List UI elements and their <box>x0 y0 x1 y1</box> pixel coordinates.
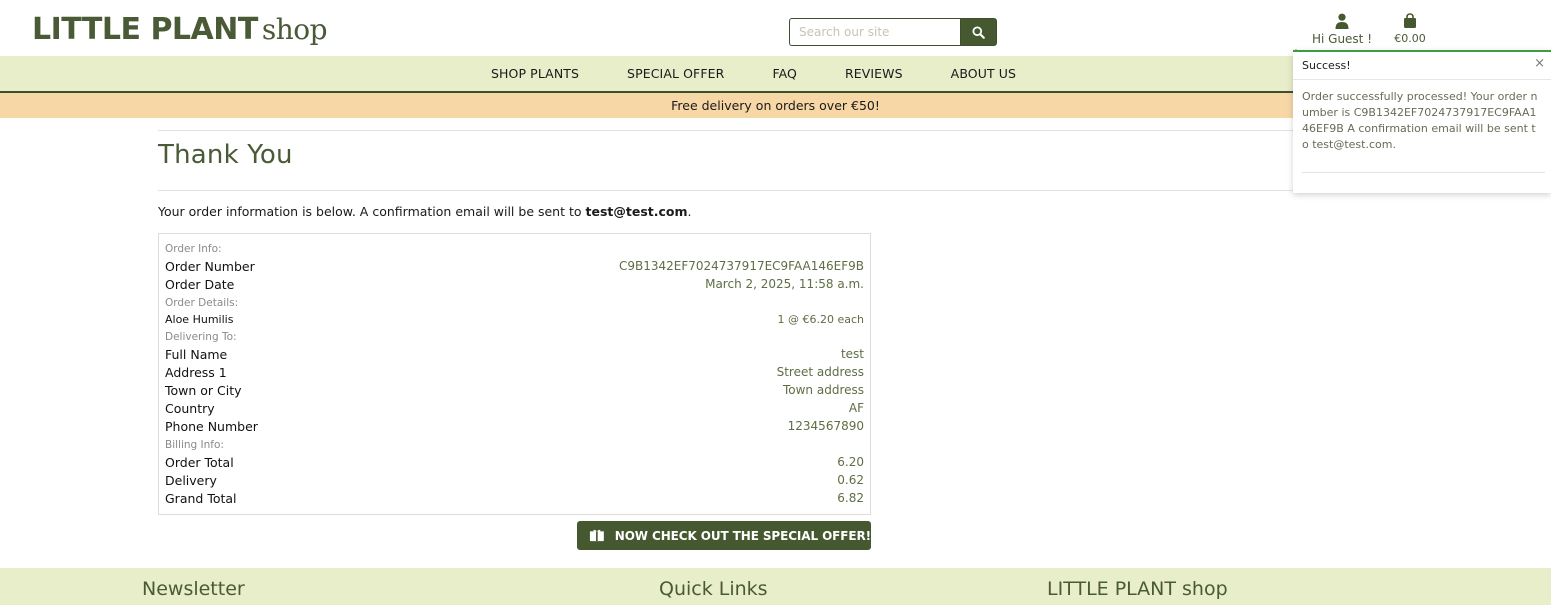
toast-header: Success! × <box>1293 52 1551 80</box>
phone-label: Phone Number <box>165 419 258 434</box>
nav-links: SHOP PLANTS SPECIAL OFFER FAQ REVIEWS AB… <box>491 66 1064 81</box>
address1-label: Address 1 <box>165 365 227 380</box>
order-total-label: Order Total <box>165 455 234 470</box>
logo-main-text: LITTLE PLANT <box>32 12 258 47</box>
section-billing-info: Billing Info: <box>165 439 224 451</box>
delivery-row: Delivery 0.62 <box>165 473 864 488</box>
phone-value: 1234567890 <box>787 419 864 433</box>
cart-total: €0.00 <box>1394 32 1426 45</box>
section-delivering-to: Delivering To: <box>165 331 237 343</box>
town-label: Town or City <box>165 383 242 398</box>
full-name-value: test <box>840 347 864 361</box>
order-number-value: C9B1342EF7024737917EC9FAA146EF9B <box>618 259 864 273</box>
divider <box>1302 172 1545 173</box>
search-icon <box>972 25 985 39</box>
phone-row: Phone Number 1234567890 <box>165 419 864 434</box>
order-total-value: 6.20 <box>837 455 864 469</box>
site-logo[interactable]: LITTLE PLANT shop <box>32 12 328 47</box>
order-item-row: Aloe Humilis 1 @ €6.20 each <box>165 313 864 326</box>
order-date-label: Order Date <box>165 277 235 292</box>
address1-value: Street address <box>776 365 864 379</box>
grand-total-label: Grand Total <box>165 491 237 506</box>
special-offer-button[interactable]: NOW CHECK OUT THE SPECIAL OFFER! <box>577 521 871 550</box>
divider <box>158 190 1388 191</box>
town-row: Town or City Town address <box>165 383 864 398</box>
account-label: Hi Guest ! <box>1311 32 1373 46</box>
search-input[interactable] <box>789 18 960 46</box>
close-icon[interactable]: × <box>1534 57 1545 70</box>
search-button[interactable] <box>960 18 997 46</box>
logo-sub-text: shop <box>261 13 328 46</box>
search-form <box>789 18 997 46</box>
toast-title: Success! <box>1302 59 1351 72</box>
user-icon <box>1335 13 1349 29</box>
footer-shop-heading: LITTLE PLANT shop <box>1047 578 1228 600</box>
site-header: LITTLE PLANTshop Hi Guest ! €0.00 <box>0 0 1551 56</box>
full-name-label: Full Name <box>165 347 228 362</box>
intro-email: test@test.com <box>585 204 688 219</box>
cart-link[interactable]: €0.00 <box>1388 12 1432 45</box>
order-date-row: Order Date March 2, 2025, 11:58 a.m. <box>165 277 864 292</box>
nav-special-offer[interactable]: SPECIAL OFFER <box>627 66 724 81</box>
nav-about-us[interactable]: ABOUT US <box>951 66 1016 81</box>
order-number-row: Order Number C9B1342EF7024737917EC9FAA14… <box>165 259 864 274</box>
nav-faq[interactable]: FAQ <box>772 66 797 81</box>
full-name-row: Full Name test <box>165 347 864 362</box>
intro-suffix: . <box>687 204 692 219</box>
item-name: Aloe Humilis <box>165 313 234 326</box>
country-label: Country <box>165 401 215 416</box>
nav-shop-plants[interactable]: SHOP PLANTS <box>491 66 579 81</box>
order-number-label: Order Number <box>165 259 255 274</box>
order-summary: Order Info: Order Number C9B1342EF702473… <box>158 233 871 515</box>
order-date-value: March 2, 2025, 11:58 a.m. <box>705 277 864 291</box>
town-value: Town address <box>782 383 864 397</box>
intro-text: Your order information is below. A confi… <box>158 204 586 219</box>
footer-newsletter-heading: Newsletter <box>142 578 245 600</box>
site-footer: Newsletter Quick Links LITTLE PLANT shop <box>0 568 1551 605</box>
order-intro: Your order information is below. A confi… <box>158 204 692 219</box>
delivery-value: 0.62 <box>837 473 864 487</box>
country-value: AF <box>848 401 864 415</box>
toast-message: Order successfully processed! Your order… <box>1302 90 1538 151</box>
order-total-row: Order Total 6.20 <box>165 455 864 470</box>
grand-total-row: Grand Total 6.82 <box>165 491 864 506</box>
special-offer-label: NOW CHECK OUT THE SPECIAL OFFER! <box>614 528 871 543</box>
success-toast: Success! × Order successfully processed!… <box>1293 50 1551 193</box>
grand-total-value: 6.82 <box>837 491 864 505</box>
item-qty-price: 1 @ €6.20 each <box>777 313 864 326</box>
section-order-info: Order Info: <box>165 243 222 255</box>
account-menu[interactable]: Hi Guest ! <box>1306 12 1378 46</box>
section-order-details: Order Details: <box>165 297 239 309</box>
footer-quick-links-heading: Quick Links <box>659 578 768 600</box>
gift-box-icon <box>589 529 604 542</box>
nav-reviews[interactable]: REVIEWS <box>845 66 903 81</box>
page-title: Thank You <box>158 140 293 170</box>
delivery-label: Delivery <box>165 473 217 488</box>
country-row: Country AF <box>165 401 864 416</box>
shopping-bag-icon <box>1404 13 1416 28</box>
address1-row: Address 1 Street address <box>165 365 864 380</box>
divider <box>158 130 1388 131</box>
